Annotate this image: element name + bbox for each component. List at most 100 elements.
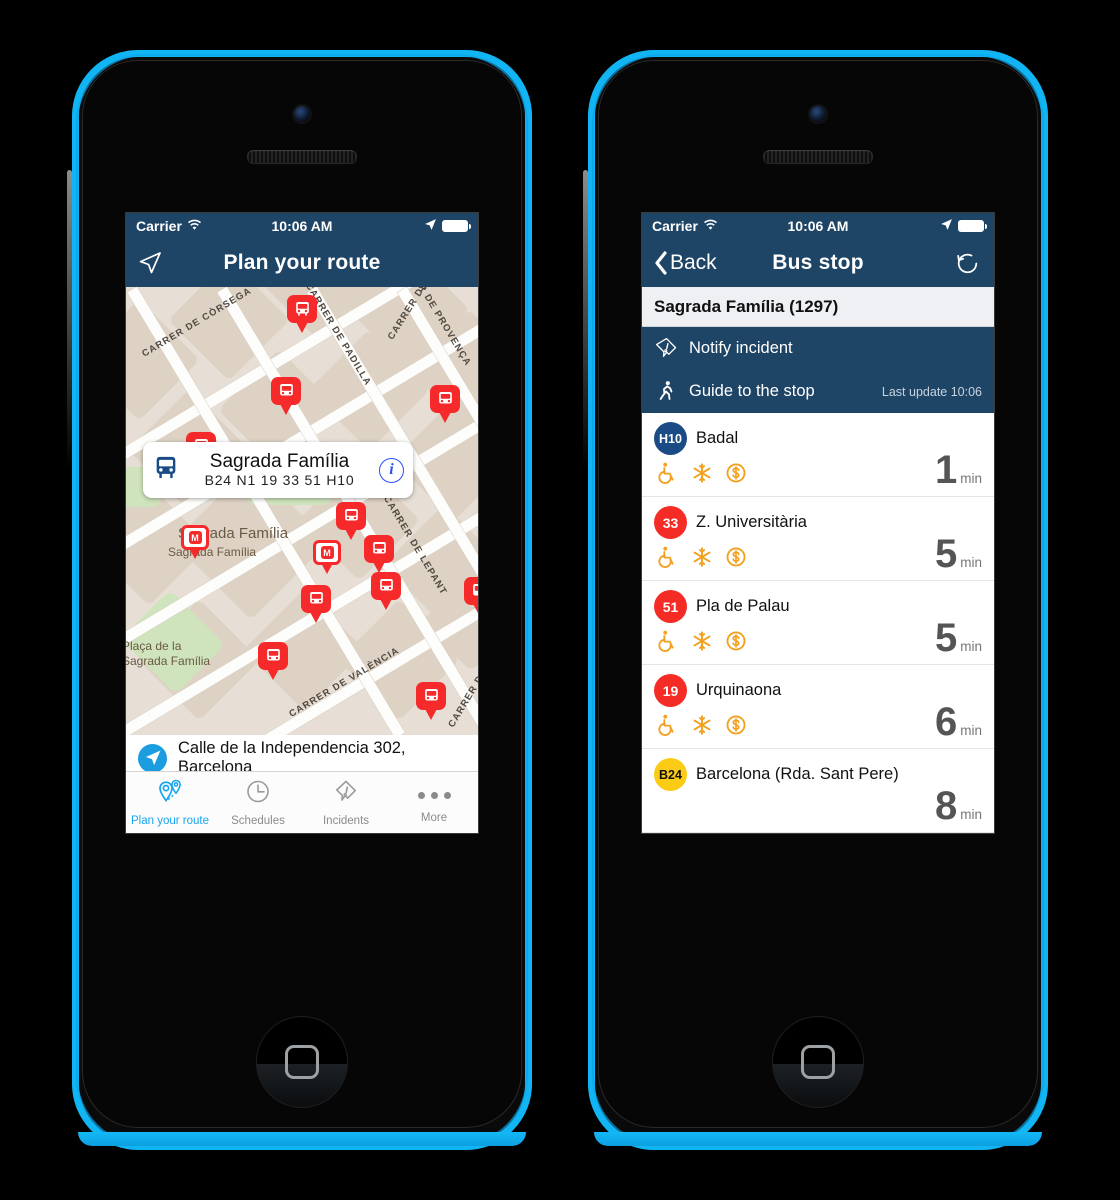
screen-right: Carrier 10:06 AM Back Bus stop Sagrada F…: [642, 213, 994, 833]
nav-bar-left: Plan your route: [126, 239, 478, 287]
arrival-unit: min: [960, 723, 982, 738]
case-highlight: [583, 170, 588, 470]
bus-stop-pin[interactable]: [464, 577, 478, 615]
case-highlight: [67, 170, 72, 470]
air-conditioning-icon: [691, 714, 713, 741]
page-title: Plan your route: [223, 251, 381, 274]
tab-label: Schedules: [231, 814, 285, 827]
payment-icon: [725, 630, 747, 657]
wheelchair-icon: [657, 630, 679, 657]
payment-icon: [725, 462, 747, 489]
bus-stop-pin[interactable]: [416, 682, 446, 720]
tab-more[interactable]: More: [390, 772, 478, 833]
status-bar: Carrier 10:06 AM: [126, 213, 478, 239]
line-badge: 19: [654, 674, 687, 707]
bus-stop-pin[interactable]: [371, 572, 401, 610]
walking-person-icon: [654, 380, 678, 404]
metro-station-pin[interactable]: M: [313, 540, 341, 574]
arrival-row[interactable]: 19 Urquinaona 6 min: [642, 665, 994, 749]
amenity-icons: [657, 546, 982, 573]
battery-icon: [442, 220, 471, 232]
line-badge: 51: [654, 590, 687, 623]
notify-incident-button[interactable]: Notify incident: [642, 327, 994, 370]
route-pins-icon: [155, 779, 185, 812]
locate-me-button[interactable]: [138, 251, 162, 275]
wheelchair-icon: [657, 714, 679, 741]
bus-stop-pin[interactable]: [287, 295, 317, 333]
location-arrow-icon: [940, 218, 953, 234]
amenity-icons: [657, 714, 982, 741]
case-bottom-band: [78, 1132, 526, 1146]
earpiece-speaker: [247, 150, 357, 163]
arrival-minutes: 8: [934, 784, 958, 828]
map-callout-bubble[interactable]: Sagrada Família B24 N1 19 33 51 H10 i: [143, 442, 413, 498]
bus-stop-pin[interactable]: [258, 642, 288, 680]
arrival-destination: Z. Universitària: [696, 513, 807, 531]
arrival-unit: min: [960, 807, 982, 822]
incident-icon: [654, 337, 678, 361]
arrival-unit: min: [960, 639, 982, 654]
callout-stop-name: Sagrada Família: [209, 450, 350, 472]
guide-to-stop-label: Guide to the stop: [689, 382, 815, 400]
bus-stop-pin[interactable]: [364, 535, 394, 573]
map-view[interactable]: CARRER DE CÒRSEGA CARRER DEL ROSSELLÓ CA…: [126, 287, 478, 735]
bus-stop-pin[interactable]: [301, 585, 331, 623]
tab-schedules[interactable]: Schedules: [214, 772, 302, 833]
bus-stop-pin[interactable]: [430, 385, 460, 423]
arrival-time: 6 min: [935, 702, 982, 742]
home-square-icon: [285, 1045, 319, 1079]
tab-label: Incidents: [322, 814, 370, 827]
arrival-minutes: 5: [934, 616, 958, 660]
arrival-time: 5 min: [935, 618, 982, 658]
arrival-unit: min: [960, 555, 982, 570]
arrival-destination: Urquinaona: [696, 681, 782, 699]
back-button[interactable]: Back: [654, 251, 717, 275]
arrival-minutes: 1: [934, 448, 958, 492]
tab-incidents[interactable]: Incidents: [302, 772, 390, 833]
notify-incident-label: Notify incident: [689, 339, 793, 357]
tab-label: Plan your route: [131, 814, 209, 827]
bus-stop-pin[interactable]: [271, 377, 301, 415]
amenity-icons: [657, 462, 982, 489]
front-camera-icon: [810, 106, 826, 122]
stop-name-header: Sagrada Família (1297): [642, 287, 994, 327]
tab-plan-your-route[interactable]: Plan your route: [126, 772, 214, 833]
home-button[interactable]: [256, 1016, 348, 1108]
phone-left: Carrier 10:06 AM Plan your route CARRER …: [67, 50, 532, 1150]
home-square-icon: [801, 1045, 835, 1079]
arrival-unit: min: [960, 471, 982, 486]
payment-icon: [725, 714, 747, 741]
clock-icon: [243, 779, 273, 812]
battery-icon: [958, 220, 987, 232]
ellipsis-icon: [417, 781, 451, 809]
refresh-button[interactable]: [953, 249, 982, 278]
metro-station-pin[interactable]: M: [181, 525, 209, 559]
wheelchair-icon: [657, 546, 679, 573]
payment-icon: [725, 546, 747, 573]
arrival-minutes: 5: [934, 532, 958, 576]
air-conditioning-icon: [691, 546, 713, 573]
stop-actions: Notify incident Guide to the stop Last u…: [642, 327, 994, 413]
bus-icon: [152, 454, 180, 487]
back-label: Back: [670, 251, 717, 274]
screen-left: Carrier 10:06 AM Plan your route CARRER …: [126, 213, 478, 833]
home-button[interactable]: [772, 1016, 864, 1108]
arrival-row[interactable]: B24 Barcelona (Rda. Sant Pere) 8 min: [642, 749, 994, 833]
amenity-icons: [657, 630, 982, 657]
arrival-row[interactable]: H10 Badal 1 min: [642, 413, 994, 497]
bus-stop-pin[interactable]: [336, 502, 366, 540]
wheelchair-icon: [657, 462, 679, 489]
arrival-row[interactable]: 33 Z. Universitària 5 min: [642, 497, 994, 581]
arrival-time: 8 min: [935, 786, 982, 826]
guide-to-stop-button[interactable]: Guide to the stop Last update 10:06: [642, 370, 994, 413]
metro-badge: M: [320, 546, 334, 559]
case-bottom-band: [594, 1132, 1042, 1146]
location-arrow-icon: [424, 218, 437, 234]
arrival-destination: Barcelona (Rda. Sant Pere): [696, 765, 899, 783]
arrival-destination: Badal: [696, 429, 739, 447]
line-badge: B24: [654, 758, 687, 791]
arrival-row[interactable]: 51 Pla de Palau 5 min: [642, 581, 994, 665]
incident-icon: [331, 779, 361, 812]
line-badge: H10: [654, 422, 687, 455]
info-icon[interactable]: i: [379, 457, 404, 483]
